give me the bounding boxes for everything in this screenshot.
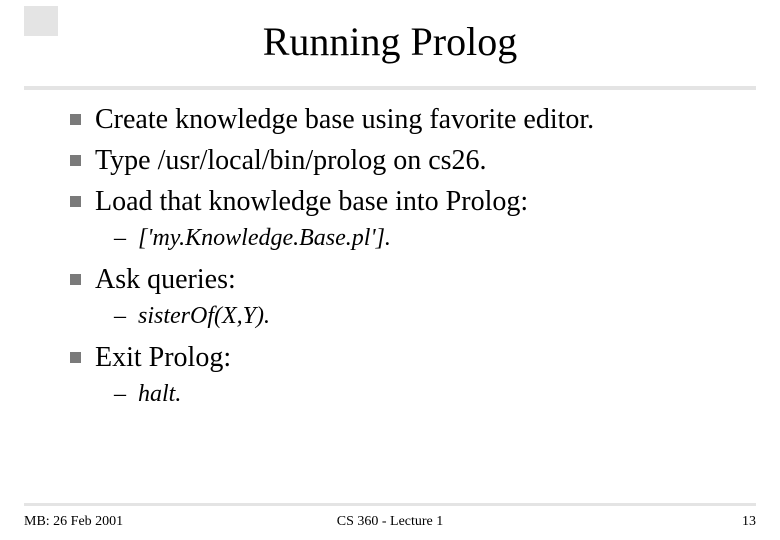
sub-text: sisterOf(X,Y). [138,303,270,330]
sub-item: – ['my.Knowledge.Base.pl']. [114,225,740,252]
divider-top [24,86,756,90]
divider-bottom [24,503,756,506]
sub-text: ['my.Knowledge.Base.pl']. [138,225,391,252]
item-text: Ask queries: [95,262,236,297]
item-text: Load that knowledge base into Prolog: [95,184,528,219]
bullet-icon [70,196,81,207]
footer: MB: 26 Feb 2001 CS 360 - Lecture 1 13 [24,514,756,530]
list-item: Ask queries: [70,262,740,297]
footer-center: CS 360 - Lecture 1 [24,514,756,530]
dash-icon: – [114,303,126,330]
bullet-icon [70,155,81,166]
list-item: Type /usr/local/bin/prolog on cs26. [70,143,740,178]
dash-icon: – [114,381,126,408]
bullet-icon [70,352,81,363]
list-item: Exit Prolog: [70,340,740,375]
item-text: Type /usr/local/bin/prolog on cs26. [95,143,487,178]
list-item: Create knowledge base using favorite edi… [70,102,740,137]
code-text: /usr/local/bin/prolog [158,145,387,176]
text-pre: Type [95,145,158,176]
item-text: Create knowledge base using favorite edi… [95,102,594,137]
sub-text: halt. [138,381,181,408]
dash-icon: – [114,225,126,252]
bullet-icon [70,114,81,125]
item-text: Exit Prolog: [95,340,231,375]
sub-item: – sisterOf(X,Y). [114,303,740,330]
content-area: Create knowledge base using favorite edi… [70,102,740,418]
bullet-icon [70,274,81,285]
sub-item: – halt. [114,381,740,408]
slide-title: Running Prolog [0,18,780,65]
text-post: on cs26. [386,145,486,176]
slide: Running Prolog Create knowledge base usi… [0,0,780,540]
list-item: Load that knowledge base into Prolog: [70,184,740,219]
